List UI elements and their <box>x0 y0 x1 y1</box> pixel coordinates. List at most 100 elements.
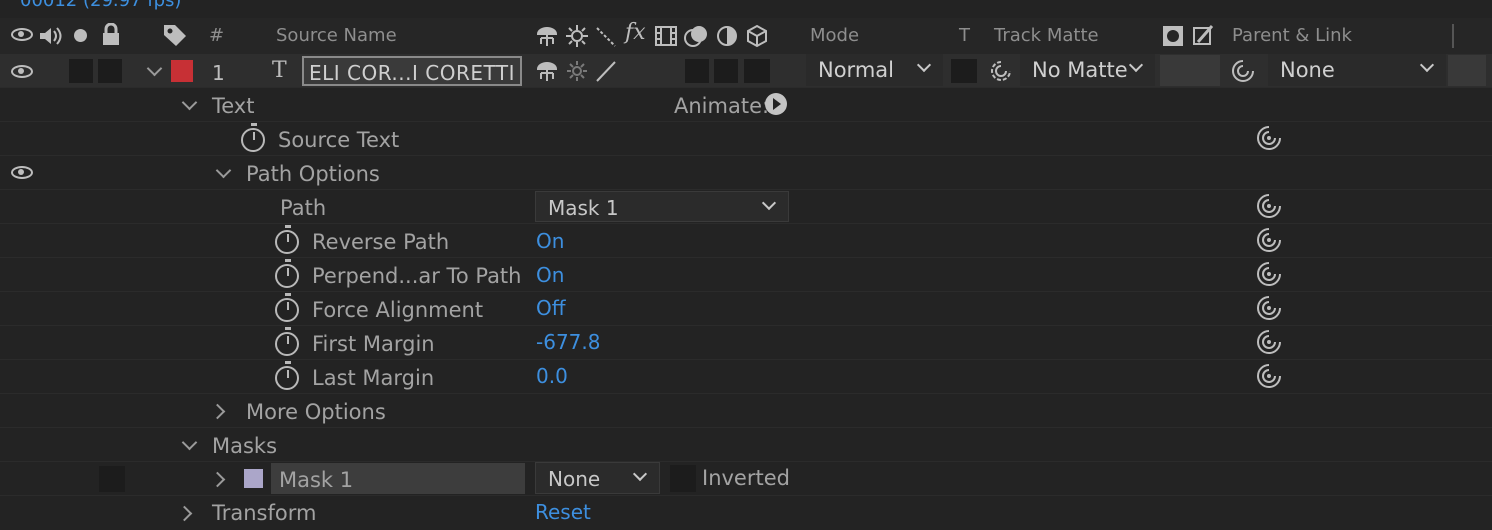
perpendicular-label: Perpend...ar To Path <box>312 264 522 288</box>
layer-name-field[interactable]: ELI COR...I CORETTI <box>302 56 522 86</box>
source-text-pickwhip-icon[interactable] <box>1256 125 1282 151</box>
audio-icon[interactable] <box>37 24 63 48</box>
motion-blur-icon[interactable] <box>683 24 711 48</box>
force-alignment-label: Force Alignment <box>312 298 484 322</box>
frame-blending-icon[interactable] <box>655 24 677 48</box>
matte-alpha-icon[interactable] <box>1163 26 1183 46</box>
masks-row[interactable]: Masks <box>0 428 1492 462</box>
track-matte-dropdown[interactable]: No Matte <box>1020 54 1155 86</box>
force-alignment-pickwhip-icon[interactable] <box>1256 295 1282 321</box>
source-text-label: Source Text <box>278 128 400 152</box>
timecode-readout[interactable]: 00012 (29.97 fps) <box>20 0 181 11</box>
layer-fx-switch[interactable] <box>685 59 709 83</box>
more-options-row[interactable]: More Options <box>0 394 1492 428</box>
layer-collapse-switch-icon[interactable] <box>566 59 588 83</box>
perpendicular-pickwhip-icon[interactable] <box>1256 261 1282 287</box>
layer-lock-switch[interactable] <box>98 59 122 83</box>
last-margin-label: Last Margin <box>312 366 435 390</box>
parent-dropdown[interactable]: None <box>1268 54 1446 86</box>
path-row[interactable]: Path Mask 1 <box>0 190 1492 224</box>
last-margin-value[interactable]: 0.0 <box>536 366 568 386</box>
layer-mode-dropdown[interactable]: Normal <box>806 54 943 86</box>
layer-expand-chevron-icon[interactable] <box>146 60 163 77</box>
layer-visibility-eye-icon[interactable] <box>11 65 33 78</box>
mask-1-chevron-icon[interactable] <box>209 471 226 488</box>
lock-icon[interactable] <box>101 23 121 47</box>
first-margin-pickwhip-icon[interactable] <box>1256 329 1282 355</box>
masks-label: Masks <box>212 434 278 458</box>
effects-icon[interactable]: fx <box>625 20 646 45</box>
matte-switch-area[interactable] <box>1160 55 1220 86</box>
reverse-path-row[interactable]: Reverse Path On <box>0 224 1492 258</box>
video-switch-icon[interactable] <box>11 28 33 41</box>
animate-play-icon[interactable] <box>764 92 788 116</box>
first-margin-stopwatch-icon[interactable] <box>275 327 299 356</box>
transform-reset-link[interactable]: Reset <box>535 502 591 522</box>
layer-quality-switch-icon[interactable] <box>595 59 617 83</box>
last-margin-stopwatch-icon[interactable] <box>275 361 299 390</box>
path-mask-dropdown[interactable]: Mask 1 <box>535 191 789 222</box>
perpendicular-stopwatch-icon[interactable] <box>275 259 299 288</box>
reverse-path-value[interactable]: On <box>536 231 564 251</box>
parent-pickwhip-icon[interactable] <box>1230 58 1256 84</box>
source-text-row[interactable]: Source Text <box>0 122 1492 156</box>
quality-icon[interactable] <box>595 24 617 48</box>
mask-1-mode-dropdown[interactable]: None <box>535 462 660 494</box>
path-pickwhip-icon[interactable] <box>1256 193 1282 219</box>
layer-preserve-transparency[interactable] <box>951 59 977 83</box>
label-tag-icon[interactable] <box>162 23 188 47</box>
matte-pickwhip-icon[interactable] <box>987 58 1015 84</box>
reverse-path-pickwhip-icon[interactable] <box>1256 227 1282 253</box>
reverse-path-label: Reverse Path <box>312 230 450 254</box>
layer-motion-blur-switch[interactable] <box>744 59 770 83</box>
layer-row[interactable]: 1 T ELI COR...I CORETTI Normal No Matte … <box>0 54 1492 88</box>
force-alignment-row[interactable]: Force Alignment Off <box>0 292 1492 326</box>
shy-icon[interactable] <box>535 24 559 48</box>
first-margin-value[interactable]: -677.8 <box>536 332 600 352</box>
layer-shy-switch-icon[interactable] <box>535 59 559 83</box>
track-matte-column-header[interactable]: Track Matte <box>994 27 1099 45</box>
path-options-row[interactable]: Path Options <box>0 156 1492 190</box>
transform-row[interactable]: Transform Reset <box>0 496 1492 530</box>
text-group-chevron-icon[interactable] <box>181 94 198 111</box>
layer-blend-switch[interactable] <box>714 59 738 83</box>
path-options-label: Path Options <box>246 162 380 186</box>
3d-layer-icon[interactable] <box>746 24 768 48</box>
force-alignment-value[interactable]: Off <box>536 298 566 318</box>
matte-invert-icon[interactable] <box>1192 24 1214 48</box>
path-options-eye-icon[interactable] <box>11 166 33 179</box>
perpendicular-row[interactable]: Perpend...ar To Path On <box>0 258 1492 292</box>
last-margin-row[interactable]: Last Margin 0.0 <box>0 360 1492 394</box>
masks-chevron-icon[interactable] <box>181 434 198 451</box>
more-options-chevron-icon[interactable] <box>209 403 226 420</box>
adjustment-layer-icon[interactable] <box>716 24 738 48</box>
animate-label: Animate: <box>674 94 770 118</box>
solo-icon[interactable] <box>74 29 87 42</box>
source-text-stopwatch-icon[interactable] <box>241 123 265 152</box>
layer-name-text: ELI COR...I CORETTI <box>309 61 515 85</box>
source-name-column-header[interactable]: Source Name <box>276 27 397 45</box>
mode-column-header[interactable]: Mode <box>810 27 859 45</box>
mask-1-color-swatch[interactable] <box>244 469 263 488</box>
layer-audio-switch[interactable] <box>69 59 93 83</box>
collapse-transform-icon[interactable] <box>566 24 588 48</box>
transform-label: Transform <box>212 501 317 525</box>
mask-1-row[interactable]: Mask 1 None Inverted <box>0 462 1492 496</box>
text-group-row[interactable]: Text Animate: <box>0 88 1492 122</box>
mask-1-name-field[interactable]: Mask 1 <box>271 463 525 494</box>
mask-1-inverted-checkbox[interactable] <box>670 465 696 492</box>
perpendicular-value[interactable]: On <box>536 265 564 285</box>
path-options-chevron-icon[interactable] <box>215 162 232 179</box>
transform-chevron-icon[interactable] <box>176 505 193 522</box>
force-alignment-stopwatch-icon[interactable] <box>275 293 299 322</box>
t-column-header: T <box>959 25 970 46</box>
trailing-cell <box>1448 55 1486 86</box>
first-margin-row[interactable]: First Margin -677.8 <box>0 326 1492 360</box>
mask-1-lock-switch[interactable] <box>99 466 125 492</box>
layer-number: 1 <box>212 61 225 85</box>
column-header-bar: # Source Name fx Mode T Track Matte Pare… <box>0 18 1492 55</box>
last-margin-pickwhip-icon[interactable] <box>1256 363 1282 389</box>
parent-column-header[interactable]: Parent & Link <box>1232 27 1352 45</box>
layer-label-color[interactable] <box>171 60 193 82</box>
reverse-path-stopwatch-icon[interactable] <box>275 225 299 254</box>
